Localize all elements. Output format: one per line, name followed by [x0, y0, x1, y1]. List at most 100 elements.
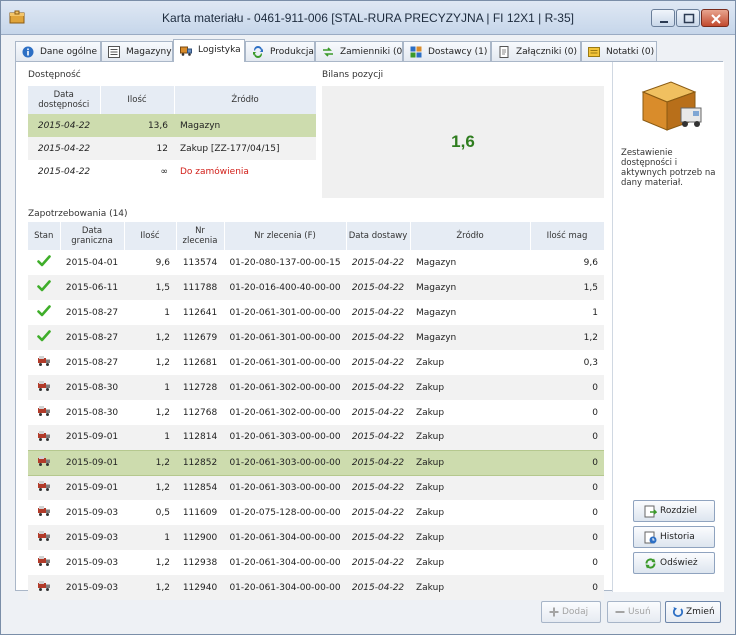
table-row[interactable]: 2015-04-01 9,6 113574 01-20-080-137-00-00-1… — [28, 250, 604, 275]
tab-general[interactable]: Dane ogólne — [15, 41, 101, 61]
split-button[interactable]: Rozdziel — [633, 500, 715, 522]
availability-date: 2015-04-22 — [37, 166, 91, 177]
table-row[interactable]: 2015-04-22 13,6 Magazyn — [28, 114, 316, 137]
balance-box: 1,6 — [322, 86, 604, 198]
row-order-no: 112814 — [176, 425, 224, 450]
table-row[interactable]: 2015-08-30 1,2 112768 01-20-061-302-00-00-0… — [28, 400, 604, 425]
table-row[interactable]: 2015-09-01 1,2 112854 01-20-061-303-00-00-0… — [28, 475, 604, 500]
row-deadline: 2015-08-27 — [65, 307, 119, 318]
table-row[interactable]: 2015-09-01 1,2 112852 01-20-061-303-00-00-0… — [28, 449, 604, 476]
title-bar[interactable]: Karta materiału - 0461-911-006 [STAL-RUR… — [1, 1, 735, 35]
row-order-no-f: 01-20-075-128-00-00-00 — [229, 507, 341, 518]
truck-icon — [28, 425, 60, 450]
close-button[interactable] — [701, 9, 729, 27]
row-qty: 1,2 — [124, 325, 176, 350]
availability-date: 2015-04-22 — [28, 137, 100, 160]
row-deadline: 2015-09-01 — [60, 475, 124, 500]
row-delivery-date: 2015-04-22 — [351, 557, 405, 568]
row-order-no: 112900 — [176, 525, 224, 550]
tab-production[interactable]: Produkcja — [245, 41, 315, 61]
row-source: Magazyn — [410, 325, 530, 350]
remove-button[interactable]: Usuń — [607, 601, 661, 623]
row-deadline: 2015-09-03 — [65, 557, 119, 568]
col-source[interactable]: Źródło — [410, 222, 531, 250]
minimize-icon — [660, 21, 668, 23]
row-delivery-date: 2015-04-22 — [346, 575, 410, 600]
change-button[interactable]: Zmień — [665, 601, 721, 623]
table-row[interactable]: 2015-09-03 1 112900 01-20-061-304-00-00-00 2… — [28, 525, 604, 550]
maximize-button[interactable] — [676, 9, 700, 27]
row-delivery-date: 2015-04-22 — [346, 449, 410, 476]
replace-icon — [323, 47, 333, 57]
col-status[interactable]: Stan — [28, 222, 61, 250]
col-order-no[interactable]: Nr zlecenia — [176, 222, 225, 250]
check-icon — [28, 275, 60, 300]
col-availability-qty[interactable]: Ilość — [100, 86, 175, 114]
availability-header-row: Data dostępności Ilość Źródło — [28, 86, 317, 114]
row-stock-qty: 0 — [592, 407, 598, 418]
row-order-no-f: 01-20-061-304-00-00-00 — [229, 557, 341, 568]
row-delivery-date: 2015-04-22 — [351, 257, 405, 268]
row-stock-qty: 0,3 — [583, 357, 598, 368]
col-delivery[interactable]: Data dostawy — [346, 222, 411, 250]
row-delivery-date: 2015-04-22 — [346, 275, 410, 300]
row-order-no: 112852 — [176, 449, 224, 476]
row-stock-qty: 0 — [530, 525, 604, 550]
row-stock-qty: 1 — [592, 307, 598, 318]
table-row[interactable]: 2015-09-03 0,5 111609 01-20-075-128-00-00-0… — [28, 500, 604, 525]
table-row[interactable]: 2015-08-27 1,2 112679 01-20-061-301-00-00-0… — [28, 325, 604, 350]
row-source: Zakup — [410, 449, 530, 476]
history-button[interactable]: Historia — [633, 526, 715, 548]
logistics-panel: Dostępność Data dostępności Ilość Źródło… — [15, 61, 724, 600]
tab-logistics[interactable]: Logistyka — [173, 39, 245, 62]
row-source: Zakup — [410, 525, 530, 550]
row-order-no-f: 01-20-061-302-00-00-00 — [224, 375, 346, 400]
truck-icon — [28, 475, 60, 500]
table-row[interactable]: 2015-04-22 ∞ Do zamówienia — [28, 160, 316, 183]
col-order-no-f[interactable]: Nr zlecenia (F) — [224, 222, 347, 250]
minimize-button[interactable] — [651, 9, 675, 27]
col-deadline[interactable]: Data graniczna — [60, 222, 125, 250]
truck-icon — [28, 449, 60, 476]
table-row[interactable]: 2015-08-30 1 112728 01-20-061-302-00-00-00 2… — [28, 375, 604, 400]
row-order-no: 111788 — [176, 275, 224, 300]
table-row[interactable]: 2015-09-03 1,2 112940 01-20-061-304-00-00-0… — [28, 575, 604, 600]
col-qty[interactable]: Ilość — [124, 222, 177, 250]
row-order-no: 113574 — [182, 257, 218, 268]
add-button[interactable]: Dodaj — [541, 601, 601, 623]
col-availability-date[interactable]: Data dostępności — [28, 86, 101, 114]
row-source: Zakup — [410, 475, 530, 500]
plus-icon — [549, 607, 559, 617]
material-card-window: Karta materiału - 0461-911-006 [STAL-RUR… — [0, 0, 736, 635]
row-delivery-date: 2015-04-22 — [351, 507, 405, 518]
row-source: Zakup — [410, 425, 530, 450]
tab-warehouses[interactable]: Magazyny — [101, 41, 173, 61]
table-row[interactable]: 2015-08-27 1,2 112681 01-20-061-301-00-00-0… — [28, 350, 604, 375]
col-stock-qty[interactable]: Ilość mag — [530, 222, 605, 250]
tab-replacements[interactable]: Zamienniki (0) — [315, 41, 406, 61]
table-row[interactable]: 2015-09-03 1,2 112938 01-20-061-304-00-00-0… — [28, 550, 604, 575]
table-row[interactable]: 2015-06-11 1,5 111788 01-20-016-400-40-00-0… — [28, 275, 604, 300]
maximize-icon — [683, 13, 695, 24]
row-source: Magazyn — [416, 257, 457, 268]
availability-label: Dostępność — [28, 70, 81, 80]
row-qty: 1 — [124, 375, 176, 400]
availability-qty: ∞ — [160, 166, 169, 177]
requirements-header-row: Stan Data graniczna Ilość Nr zlecenia Nr… — [28, 222, 605, 250]
row-source: Zakup — [410, 375, 530, 400]
row-order-no-f: 01-20-061-301-00-00-00 — [229, 307, 341, 318]
table-row[interactable]: 2015-08-27 1 112641 01-20-061-301-00-00-00 2… — [28, 300, 604, 325]
tab-notes[interactable]: Notatki (0) — [581, 41, 657, 61]
tab-suppliers[interactable]: Dostawcy (1) — [403, 41, 491, 61]
table-row[interactable]: 2015-09-01 1 112814 01-20-061-303-00-00-00 2… — [28, 425, 604, 450]
col-availability-source[interactable]: Źródło — [174, 86, 317, 114]
tab-attachments[interactable]: Załączniki (0) — [491, 41, 581, 61]
split-icon — [644, 505, 657, 518]
row-order-no: 111609 — [182, 507, 218, 518]
row-stock-qty: 0 — [592, 507, 598, 518]
row-order-no-f: 01-20-061-303-00-00-00 — [224, 425, 346, 450]
row-deadline: 2015-08-27 — [65, 357, 119, 368]
minus-icon — [615, 611, 625, 613]
refresh-button[interactable]: Odśwież — [633, 552, 715, 574]
table-row[interactable]: 2015-04-22 12 Zakup [ZZ-177/04/15] — [28, 137, 316, 160]
